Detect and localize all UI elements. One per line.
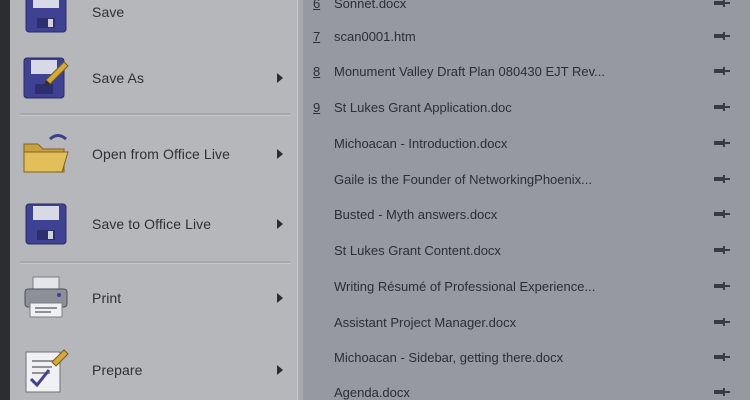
recent-document-item[interactable]: 8 Monument Valley Draft Plan 080430 EJT …: [303, 53, 750, 89]
submenu-arrow-icon: [277, 293, 283, 303]
recent-document-item[interactable]: 9 St Lukes Grant Application.doc: [303, 89, 750, 125]
pin-icon[interactable]: [712, 101, 732, 113]
recent-document-number: 7: [313, 28, 321, 44]
window-edge: [0, 0, 10, 400]
menu-item-label: Print: [92, 290, 122, 306]
menu-item-save-to-office-live[interactable]: Save to Office Live: [10, 194, 297, 254]
save-icon: [20, 0, 72, 38]
save-as-icon: [20, 52, 72, 104]
recent-document-item[interactable]: St Lukes Grant Content.docx: [303, 232, 750, 268]
save-icon: [20, 198, 72, 250]
recent-document-name: Busted - Myth answers.docx: [334, 206, 498, 222]
recent-document-name: Michoacan - Sidebar, getting there.docx: [334, 349, 564, 365]
pin-icon[interactable]: [712, 0, 732, 9]
menu-item-print[interactable]: Print: [10, 268, 297, 328]
recent-document-number: 8: [313, 63, 321, 79]
recent-document-item[interactable]: Michoacan - Sidebar, getting there.docx: [303, 339, 750, 375]
pin-icon[interactable]: [712, 137, 732, 149]
recent-document-name: St Lukes Grant Content.docx: [334, 242, 501, 258]
menu-item-prepare[interactable]: Prepare: [10, 340, 297, 400]
recent-document-name: Sonnet.docx: [334, 0, 407, 11]
recent-document-name: Writing Résumé of Professional Experienc…: [334, 278, 596, 294]
printer-icon: [20, 272, 72, 324]
submenu-arrow-icon: [277, 219, 283, 229]
pin-icon[interactable]: [712, 316, 732, 328]
recent-document-name: Monument Valley Draft Plan 080430 EJT Re…: [334, 63, 605, 79]
menu-item-label: Prepare: [92, 362, 143, 378]
recent-document-name: Michoacan - Introduction.docx: [334, 135, 508, 151]
pin-icon[interactable]: [712, 65, 732, 77]
submenu-arrow-icon: [277, 365, 283, 375]
menu-item-label: Save: [92, 4, 125, 20]
menu-item-open-from-office-live[interactable]: Open from Office Live: [10, 124, 297, 184]
submenu-arrow-icon: [277, 73, 283, 83]
pin-icon[interactable]: [712, 208, 732, 220]
recent-document-name: Assistant Project Manager.docx: [334, 314, 517, 330]
recent-document-item[interactable]: Michoacan - Introduction.docx: [303, 125, 750, 161]
recent-document-item[interactable]: Writing Résumé of Professional Experienc…: [303, 268, 750, 304]
prepare-icon: [20, 344, 72, 396]
menu-item-save[interactable]: Save: [10, 0, 297, 42]
pin-icon[interactable]: [712, 244, 732, 256]
recent-document-item[interactable]: Busted - Myth answers.docx: [303, 196, 750, 232]
recent-document-name: scan0001.htm: [334, 28, 416, 44]
menu-item-label: Save to Office Live: [92, 216, 212, 232]
menu-item-save-as[interactable]: Save As: [10, 48, 297, 108]
recent-document-item[interactable]: 7 scan0001.htm: [303, 18, 750, 54]
menu-item-label: Open from Office Live: [92, 146, 231, 162]
pin-icon[interactable]: [712, 30, 732, 42]
menu-separator: [20, 261, 290, 264]
recent-document-name: Gaile is the Founder of NetworkingPhoeni…: [334, 171, 592, 187]
office-menu-screenshot: Save Save As Open from Office Live Save …: [0, 0, 750, 400]
pin-icon[interactable]: [712, 351, 732, 363]
submenu-arrow-icon: [277, 149, 283, 159]
recent-document-name: St Lukes Grant Application.doc: [334, 99, 512, 115]
pin-icon[interactable]: [712, 173, 732, 185]
folder-icon: [20, 128, 72, 180]
recent-document-number: 6: [313, 0, 321, 11]
recent-document-item[interactable]: Gaile is the Founder of NetworkingPhoeni…: [303, 161, 750, 197]
recent-document-item[interactable]: Agenda.docx: [303, 374, 750, 400]
recent-document-number: 9: [313, 99, 321, 115]
recent-document-item[interactable]: Assistant Project Manager.docx: [303, 304, 750, 340]
pin-icon[interactable]: [712, 280, 732, 292]
recent-document-name: Agenda.docx: [334, 384, 410, 400]
pin-icon[interactable]: [712, 386, 732, 398]
menu-item-label: Save As: [92, 70, 145, 86]
menu-separator: [20, 113, 290, 116]
